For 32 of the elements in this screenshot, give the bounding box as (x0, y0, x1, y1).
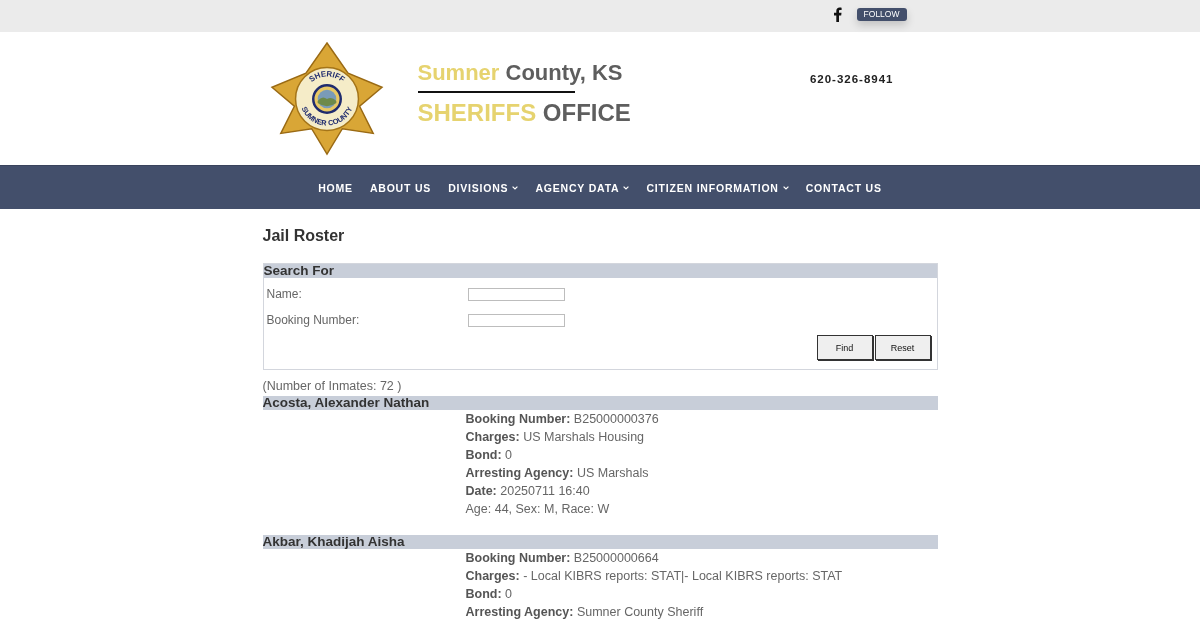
inmate-name-bar: Acosta, Alexander Nathan (262, 396, 938, 410)
demographics-line: Age: 44, Sex: M, Race: W (465, 501, 611, 518)
detail-line: Charges: - Local KIBRS reports: STAT|- Local KIBRS reports: STAT (465, 568, 844, 585)
site-subtitle: SHERIFFS OFFICE (417, 98, 631, 128)
input-field[interactable] (467, 287, 565, 301)
site-title: Sumner County, KS (417, 60, 623, 86)
detail-line: Booking Number: B25000000376 (465, 411, 660, 428)
nav-link[interactable]: CONTACT US (805, 181, 882, 194)
facebook-icon[interactable] (832, 6, 842, 22)
section-header-bar: Search For (263, 264, 937, 278)
detail-line: Bond: 0 (465, 586, 514, 603)
nav-link[interactable]: AGENCY DATA (535, 181, 630, 194)
detail-line: Date: 20250711 16:40 (465, 483, 591, 500)
field-label: Booking Number: (266, 313, 361, 327)
inmate-name-bar: Akbar, Khadijah Aisha (262, 535, 938, 549)
detail-line: Bond: 0 (465, 447, 514, 464)
follow-button[interactable]: FOLLOW (856, 7, 907, 21)
nav-link[interactable]: CITIZEN INFORMATION (646, 181, 789, 194)
detail-line: Charges: US Marshals Housing (465, 429, 646, 446)
page-title: Jail Roster (262, 226, 346, 246)
reset-button[interactable]: Reset (874, 335, 931, 360)
find-button[interactable]: Find (816, 335, 873, 360)
input-field[interactable] (467, 313, 565, 327)
nav-link[interactable]: DIVISIONS (448, 181, 519, 194)
phone-number: 620-326-8941 (809, 72, 894, 87)
detail-line: Booking Number: B25000000664 (465, 550, 660, 567)
nav-link[interactable]: HOME (318, 181, 353, 194)
inmate-count: (Number of Inmates: 72 ) (262, 379, 403, 393)
nav-link[interactable]: ABOUT US (369, 181, 432, 194)
detail-line: Arresting Agency: US Marshals (465, 465, 650, 482)
field-label: Name: (266, 287, 303, 301)
detail-line: Arresting Agency: Sumner County Sheriff (465, 604, 705, 620)
